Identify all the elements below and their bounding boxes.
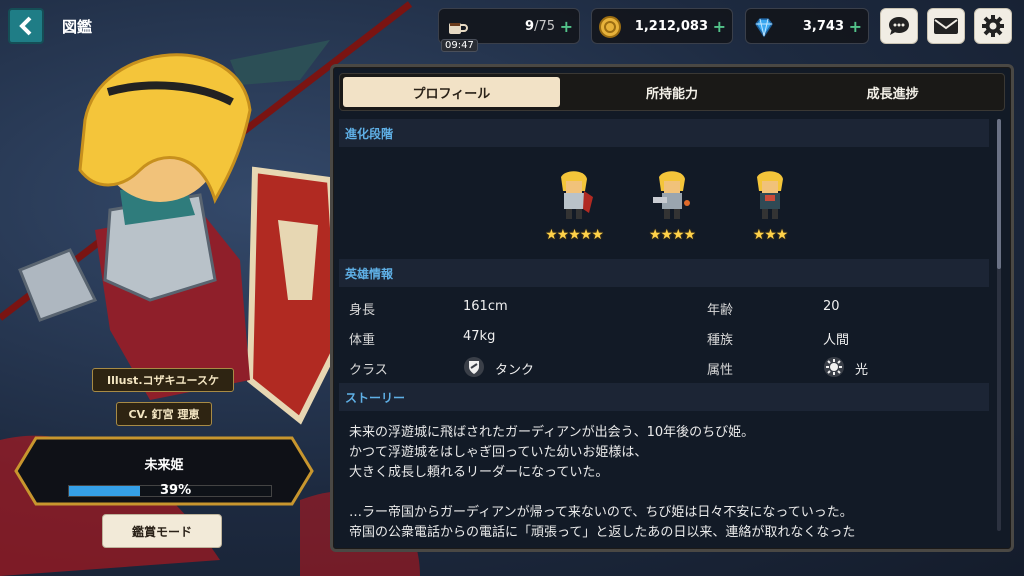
progress-label: 39% — [160, 483, 192, 498]
height-value: 161cm — [463, 299, 508, 314]
class-label: クラス — [349, 363, 388, 378]
light-element-icon — [824, 357, 844, 377]
age-label: 年齢 — [707, 303, 734, 318]
view-mode-button[interactable]: 鑑賞モード — [102, 514, 222, 548]
mail-icon — [934, 18, 958, 34]
class-value: タンク — [495, 363, 535, 378]
hero-sprite — [561, 171, 593, 219]
add-gem-button[interactable]: + — [849, 17, 862, 36]
section-title-hero-info: 英雄情報 — [339, 259, 989, 287]
hero-name: 未来姫 — [144, 458, 184, 473]
add-gold-button[interactable]: + — [713, 17, 726, 36]
coffee-cup-icon — [449, 23, 468, 34]
scrollbar-thumb[interactable] — [997, 119, 1001, 269]
voice-credit: CV. 釘宮 理恵 — [116, 402, 212, 426]
settings-button[interactable] — [974, 8, 1012, 44]
weight-value: 47kg — [463, 329, 496, 344]
illustrator-credit: Illust.コザキユースケ — [92, 368, 234, 392]
evolution-stage-2[interactable]: ★★★★ — [637, 171, 707, 251]
star-rating: ★★★★ — [648, 227, 696, 243]
story-line — [349, 483, 979, 503]
evolution-stage-3[interactable]: ★★★ — [735, 171, 805, 251]
evolution-stage-1[interactable]: ★★★★★ — [539, 171, 609, 251]
profile-panel: プロフィール 所持能力 成長進捗 進化段階 ★★★★★ ★★★★ ★★★ 英雄情… — [330, 64, 1014, 552]
weight-label: 体重 — [349, 333, 376, 348]
height-label: 身長 — [349, 303, 376, 318]
tab-profile[interactable]: プロフィール — [343, 77, 560, 107]
story-line: かつて浮遊城をはしゃぎ回っていた幼いお姫様は、 — [349, 445, 648, 460]
stamina-timer: 09:47 — [441, 39, 478, 52]
add-stamina-button[interactable]: + — [560, 17, 573, 36]
hero-sprite — [757, 171, 783, 219]
story-line: 大きく成長し頼れるリーダーになっていた。 — [349, 465, 609, 480]
star-rating: ★★★ — [752, 227, 789, 243]
gem-value: 3,743 — [802, 19, 844, 34]
section-title-story: ストーリー — [339, 383, 989, 411]
gold-value: 1,212,083 — [634, 19, 708, 34]
stamina-counter[interactable]: 9/75 + 09:47 — [438, 8, 580, 52]
race-value: 人間 — [823, 333, 850, 348]
element-label: 属性 — [707, 363, 734, 378]
story-text: 未来の浮遊城に飛ばされたガーディアンが出会う、10年後のちび姫。 かつて浮遊城を… — [339, 411, 989, 543]
diamond-icon — [755, 18, 773, 38]
gold-coin-icon — [599, 16, 621, 38]
profile-scroll-area[interactable]: 進化段階 ★★★★★ ★★★★ ★★★ 英雄情報 身長 161cm 年齢 20 … — [339, 119, 989, 543]
race-label: 種族 — [707, 333, 734, 348]
element-value: 光 — [855, 363, 869, 378]
mail-button[interactable] — [927, 8, 965, 44]
progress-fill — [69, 486, 140, 496]
stamina-value: 9/75 — [525, 19, 555, 34]
tab-bar: プロフィール 所持能力 成長進捗 — [339, 73, 1005, 111]
hero-info-table: 身長 161cm 年齢 20 体重 47kg 種族 人間 クラス タンク 属性 … — [339, 287, 989, 383]
age-value: 20 — [823, 299, 840, 314]
scrollbar[interactable] — [997, 119, 1001, 531]
chat-button[interactable] — [880, 8, 918, 44]
hero-sprite — [653, 171, 690, 219]
chat-icon — [889, 17, 909, 35]
star-rating: ★★★★★ — [545, 227, 604, 243]
hero-name-plate: 未来姫 39% — [14, 436, 314, 506]
section-title-evolution: 進化段階 — [339, 119, 989, 147]
page-title: 図鑑 — [62, 18, 93, 36]
gold-counter[interactable]: 1,212,083 + — [591, 8, 733, 44]
tab-abilities[interactable]: 所持能力 — [564, 77, 781, 107]
story-line: 未来の浮遊城に飛ばされたガーディアンが出会う、10年後のちび姫。 — [349, 425, 755, 440]
story-line: …ラー帝国からガーディアンが帰って来ないので、ちび姫は日々不安になっていった。 — [349, 505, 853, 520]
chevron-left-icon — [19, 16, 32, 36]
back-button[interactable] — [8, 8, 44, 44]
gem-counter[interactable]: 3,743 + — [745, 8, 869, 44]
story-line: 帝国の公衆電話からの電話に「頑張って」と返したあの日以来、連絡が取れなくなった — [349, 525, 856, 540]
game-screen: 図鑑 9/75 + 09:47 1,212,083 + 3,743 + Illu… — [0, 0, 1024, 576]
gear-icon — [982, 15, 1004, 37]
tab-growth[interactable]: 成長進捗 — [784, 77, 1001, 107]
evolution-stages: ★★★★★ ★★★★ ★★★ — [339, 147, 989, 259]
tank-class-icon — [464, 357, 484, 377]
